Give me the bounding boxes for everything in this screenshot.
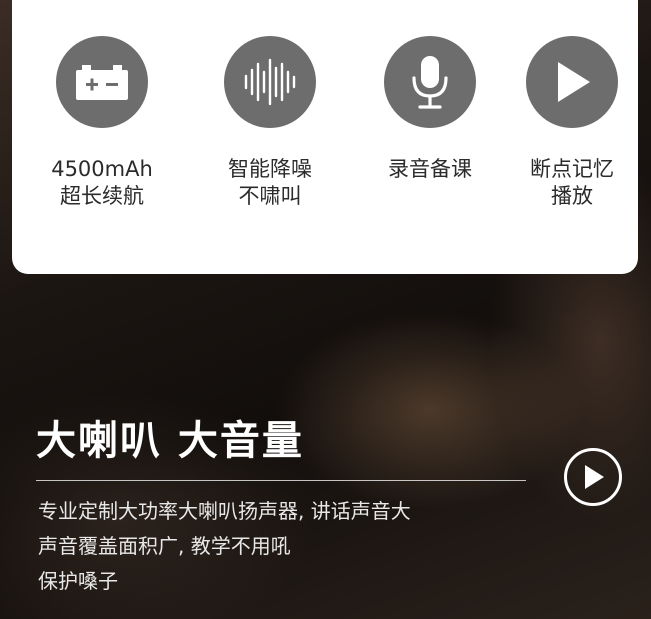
battery-icon-circle xyxy=(56,36,148,128)
feature-recording-line1: 录音备课 xyxy=(388,157,472,181)
microphone-icon-circle xyxy=(384,36,476,128)
play-circle-icon xyxy=(585,465,604,489)
sound-wave-icon-circle xyxy=(224,36,316,128)
feature-noise-line1: 智能降噪 xyxy=(228,157,312,181)
battery-icon xyxy=(76,65,128,100)
description-line3: 保护嗓子 xyxy=(38,569,118,593)
play-icon xyxy=(558,62,590,102)
video-play-button[interactable] xyxy=(564,448,622,506)
description: 专业定制大功率大喇叭扬声器, 讲话声音大 声音覆盖面积广, 教学不用吼 保护嗓子 xyxy=(38,494,518,599)
feature-battery: 4500mAh 超长续航 xyxy=(42,36,162,210)
feature-resume-line1: 断点记忆 xyxy=(530,157,614,181)
description-line2: 声音覆盖面积广, 教学不用吼 xyxy=(38,534,291,558)
divider xyxy=(36,480,526,481)
description-line1: 专业定制大功率大喇叭扬声器, 讲话声音大 xyxy=(38,499,411,523)
feature-battery-line2: 超长续航 xyxy=(60,184,144,208)
feature-resume-line2: 播放 xyxy=(551,184,593,208)
sound-wave-icon xyxy=(244,58,296,106)
feature-noise-reduction: 智能降噪 不啸叫 xyxy=(210,36,330,210)
features-card: 4500mAh 超长续航 智能降噪 不啸叫 录音备课 断点记忆 播放 xyxy=(12,0,638,274)
feature-resume-playback: 断点记忆 播放 xyxy=(512,36,632,210)
headline: 大喇叭 大音量 xyxy=(36,418,304,464)
feature-recording: 录音备课 xyxy=(370,36,490,183)
feature-battery-line1: 4500mAh xyxy=(51,157,153,181)
feature-noise-line2: 不啸叫 xyxy=(238,184,302,208)
play-icon-circle xyxy=(526,36,618,128)
microphone-icon xyxy=(412,56,448,109)
